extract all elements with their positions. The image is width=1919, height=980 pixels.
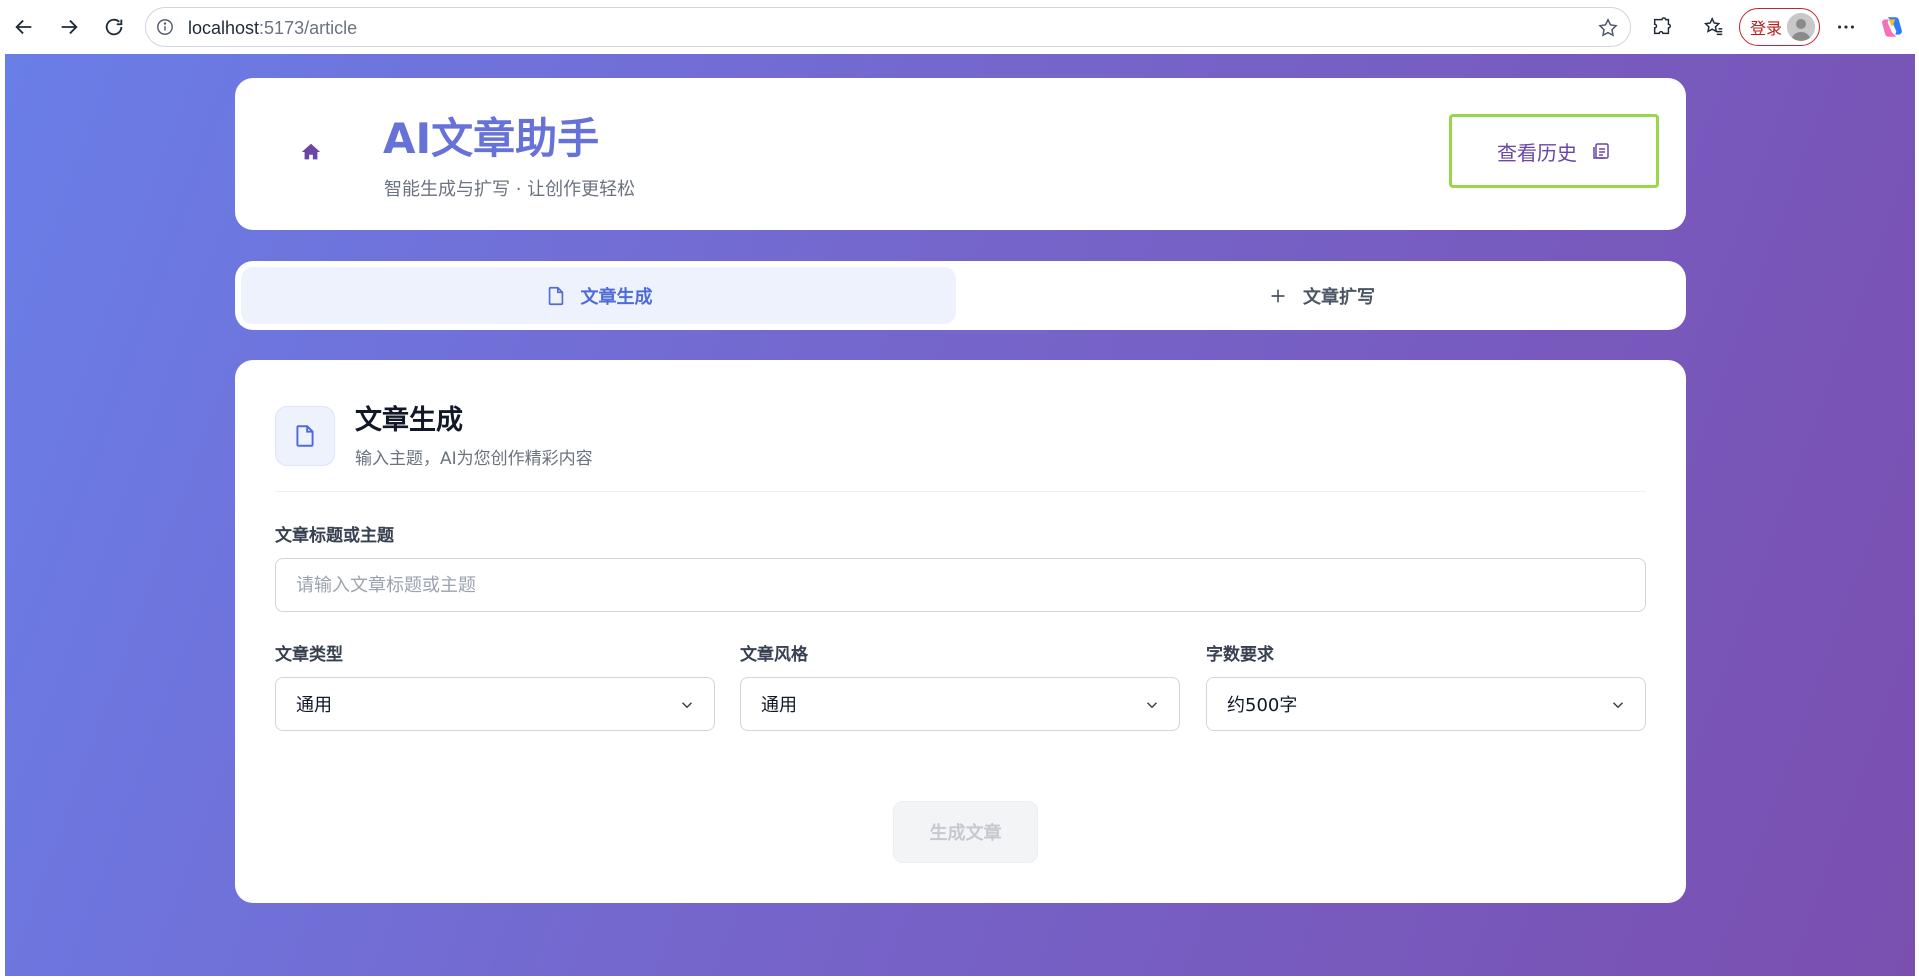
reload-button[interactable] [96,9,132,45]
address-bar[interactable]: localhost:5173/article [145,7,1631,47]
site-info-icon[interactable] [155,17,175,37]
word-count-label: 字数要求 [1206,645,1274,665]
arrow-right-icon [61,19,78,35]
profile-avatar-icon [1787,13,1815,41]
tab-label: 文章生成 [580,286,653,308]
url-host: localhost [188,18,260,38]
section-divider [275,491,1646,492]
extensions-icon[interactable] [1648,13,1676,41]
login-label: 登录 [1750,19,1783,38]
browser-toolbar: localhost:5173/article 登录 [0,0,1919,54]
mode-tabs: 文章生成 文章扩写 [235,261,1686,330]
generate-article-button[interactable]: 生成文章 [893,801,1038,863]
plus-icon [1271,289,1285,302]
favorite-star-icon[interactable] [1596,16,1620,40]
url-path: :5173/article [259,18,358,38]
topic-label: 文章标题或主题 [275,526,394,546]
section-document-icon [275,406,335,466]
topic-input[interactable] [275,558,1646,612]
view-history-button[interactable]: 查看历史 [1449,114,1659,188]
login-button[interactable]: 登录 [1739,8,1820,46]
view-history-label: 查看历史 [1497,140,1577,165]
app-subtitle: 智能生成与扩写 · 让创作更轻松 [384,179,636,200]
tab-article-generate[interactable]: 文章生成 [241,267,956,324]
word-count-value: 约500字 [1227,695,1298,716]
url-text: localhost:5173/article [188,17,357,39]
document-icon [548,286,563,305]
arrow-left-icon [15,19,32,35]
article-type-select[interactable]: 通用 [275,677,715,731]
header-card: AI文章助手 智能生成与扩写 · 让创作更轻松 查看历史 [235,78,1686,230]
forward-button[interactable] [51,9,87,45]
copilot-icon[interactable] [1878,13,1906,41]
history-copy-icon [1591,141,1611,161]
tab-article-expand[interactable]: 文章扩写 [962,267,1680,324]
tab-label: 文章扩写 [1303,286,1375,308]
favorites-icon[interactable] [1700,13,1728,41]
app-background: AI文章助手 智能生成与扩写 · 让创作更轻松 查看历史 文章生成 文章扩写 文… [5,54,1915,976]
article-type-label: 文章类型 [275,645,343,665]
article-style-label: 文章风格 [740,645,808,665]
article-style-select[interactable]: 通用 [740,677,1180,731]
more-menu-icon[interactable] [1832,13,1860,41]
article-style-value: 通用 [761,695,797,716]
reload-icon [105,18,123,36]
word-count-select[interactable]: 约500字 [1206,677,1646,731]
section-title: 文章生成 [355,405,463,436]
article-type-value: 通用 [296,695,332,716]
home-icon[interactable] [300,141,322,163]
section-subtitle: 输入主题，AI为您创作精彩内容 [355,449,593,469]
chevron-down-icon [681,702,693,709]
article-form-card: 文章生成 输入主题，AI为您创作精彩内容 文章标题或主题 文章类型 通用 文章风… [235,360,1686,903]
back-button[interactable] [6,9,42,45]
app-title: AI文章助手 [383,114,600,163]
chevron-down-icon [1146,702,1158,709]
chevron-down-icon [1612,702,1624,709]
